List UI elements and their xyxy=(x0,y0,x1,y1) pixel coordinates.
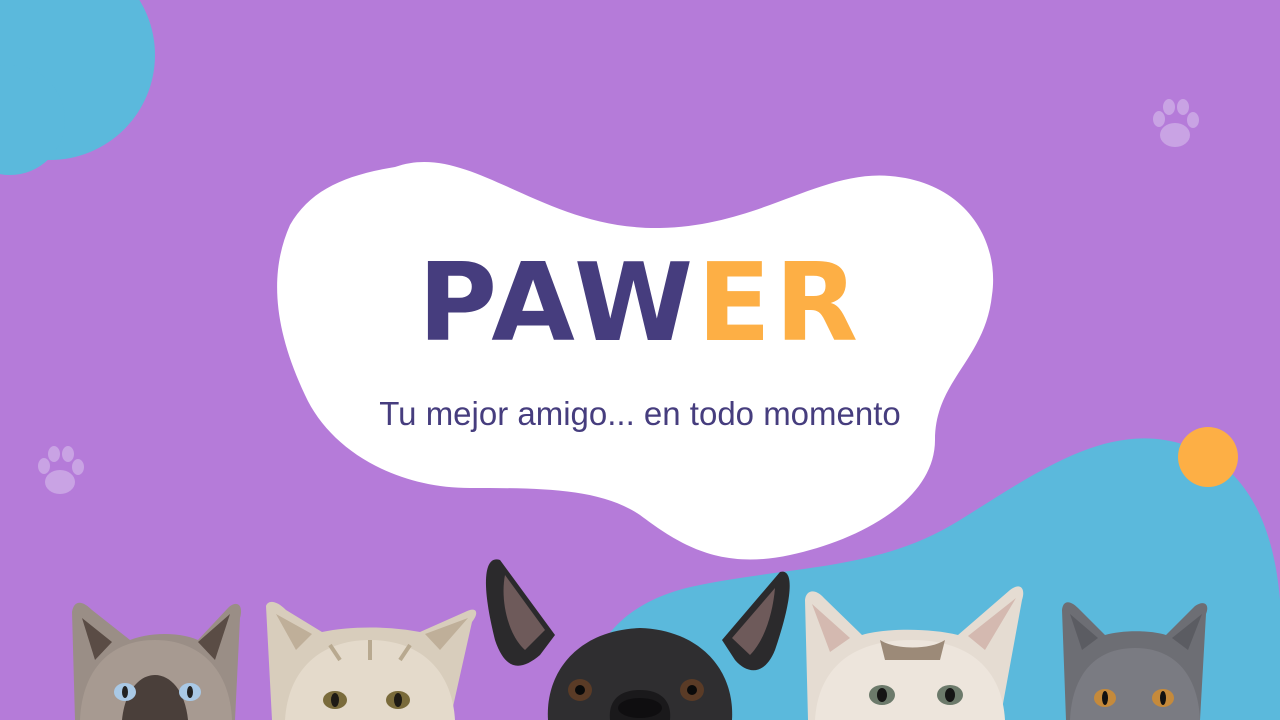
cat-gray-kitten xyxy=(1062,602,1208,720)
cat-cream-tabby xyxy=(266,601,477,720)
dog-french-bulldog xyxy=(485,559,790,720)
cat-calico-kitten xyxy=(805,586,1024,720)
title-slide: PAWER Tu mejor amigo... en todo momento xyxy=(0,0,1280,720)
pets-row xyxy=(72,559,1208,720)
cat-siamese-blue-eyes xyxy=(72,602,242,720)
